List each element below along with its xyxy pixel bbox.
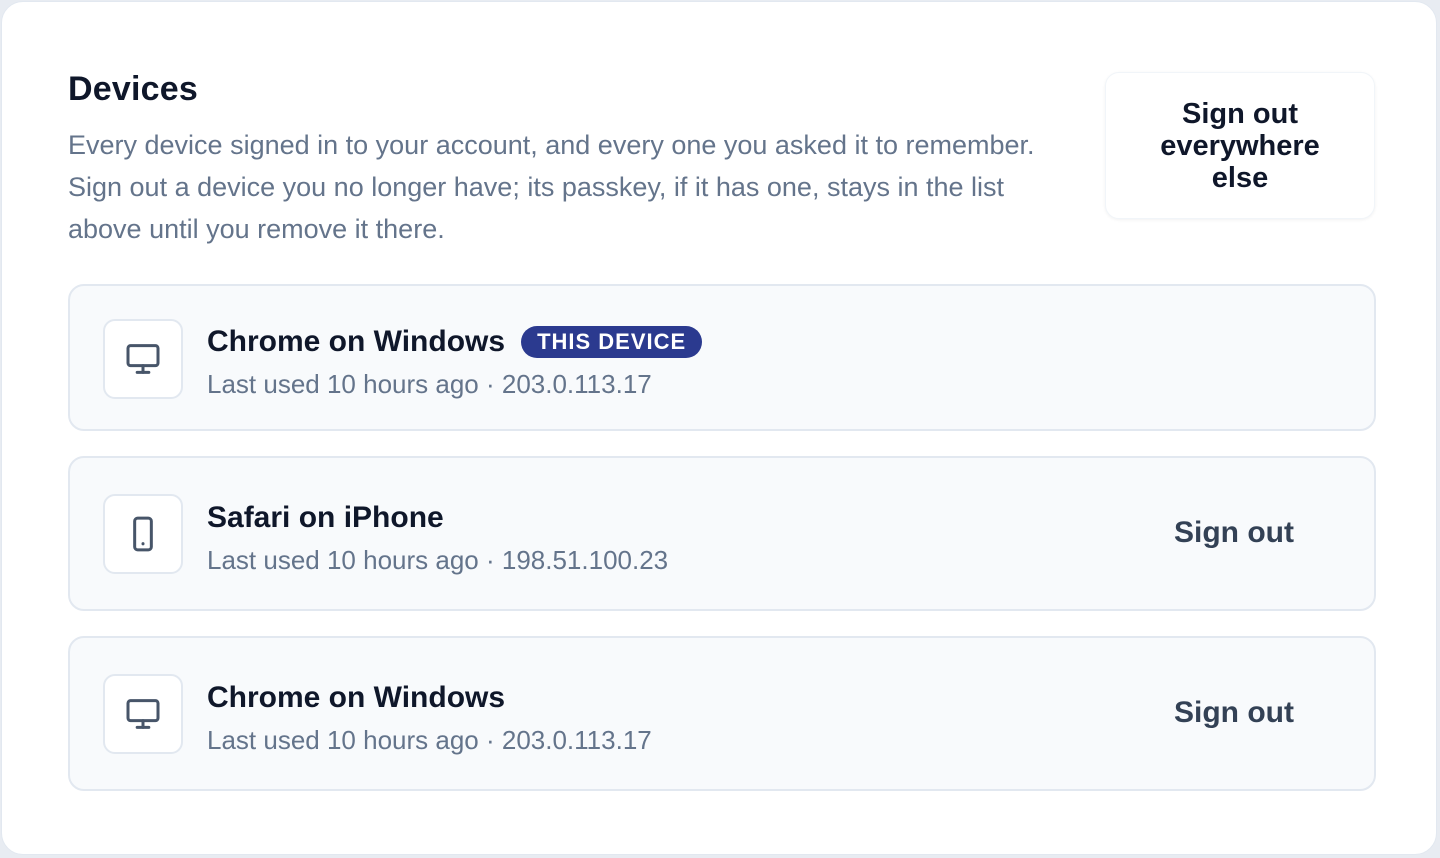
device-meta: Last used 10 hours ago · 198.51.100.23 bbox=[207, 545, 669, 575]
device-meta: Last used 10 hours ago · 203.0.113.17 bbox=[207, 369, 652, 399]
sign-out-button[interactable]: Sign out bbox=[1174, 693, 1294, 733]
section-title: Devices bbox=[68, 70, 198, 108]
device-info: Chrome on Windows Last used 10 hours ago… bbox=[207, 678, 652, 758]
device-icon-box bbox=[103, 494, 183, 574]
device-row: Safari on iPhone Last used 10 hours ago … bbox=[68, 456, 1376, 611]
this-device-badge: THIS DEVICE bbox=[521, 326, 703, 358]
monitor-icon bbox=[126, 344, 160, 374]
device-row: Chrome on Windows Last used 10 hours ago… bbox=[68, 636, 1376, 791]
device-name: Chrome on Windows bbox=[207, 325, 506, 358]
sign-out-everywhere-button[interactable]: Sign out everywhere else bbox=[1105, 72, 1375, 219]
device-icon-box bbox=[103, 674, 183, 754]
device-meta: Last used 10 hours ago · 203.0.113.17 bbox=[207, 725, 652, 755]
device-icon-box bbox=[103, 319, 183, 399]
sign-out-button[interactable]: Sign out bbox=[1174, 513, 1294, 553]
device-info: Chrome on Windows THIS DEVICE Last used … bbox=[207, 322, 703, 402]
devices-card: Devices Every device signed in to your a… bbox=[1, 1, 1437, 855]
device-name: Chrome on Windows bbox=[207, 681, 506, 714]
monitor-icon bbox=[126, 699, 160, 729]
phone-icon bbox=[133, 516, 153, 552]
device-name-row: Chrome on Windows THIS DEVICE bbox=[207, 322, 703, 362]
devices-header: Devices Every device signed in to your a… bbox=[68, 68, 1068, 250]
section-description: Every device signed in to your account, … bbox=[68, 130, 1035, 244]
device-name-row: Safari on iPhone bbox=[207, 498, 668, 538]
device-info: Safari on iPhone Last used 10 hours ago … bbox=[207, 498, 668, 578]
device-name-row: Chrome on Windows bbox=[207, 678, 652, 718]
device-row: Chrome on Windows THIS DEVICE Last used … bbox=[68, 284, 1376, 431]
device-name: Safari on iPhone bbox=[207, 501, 444, 534]
